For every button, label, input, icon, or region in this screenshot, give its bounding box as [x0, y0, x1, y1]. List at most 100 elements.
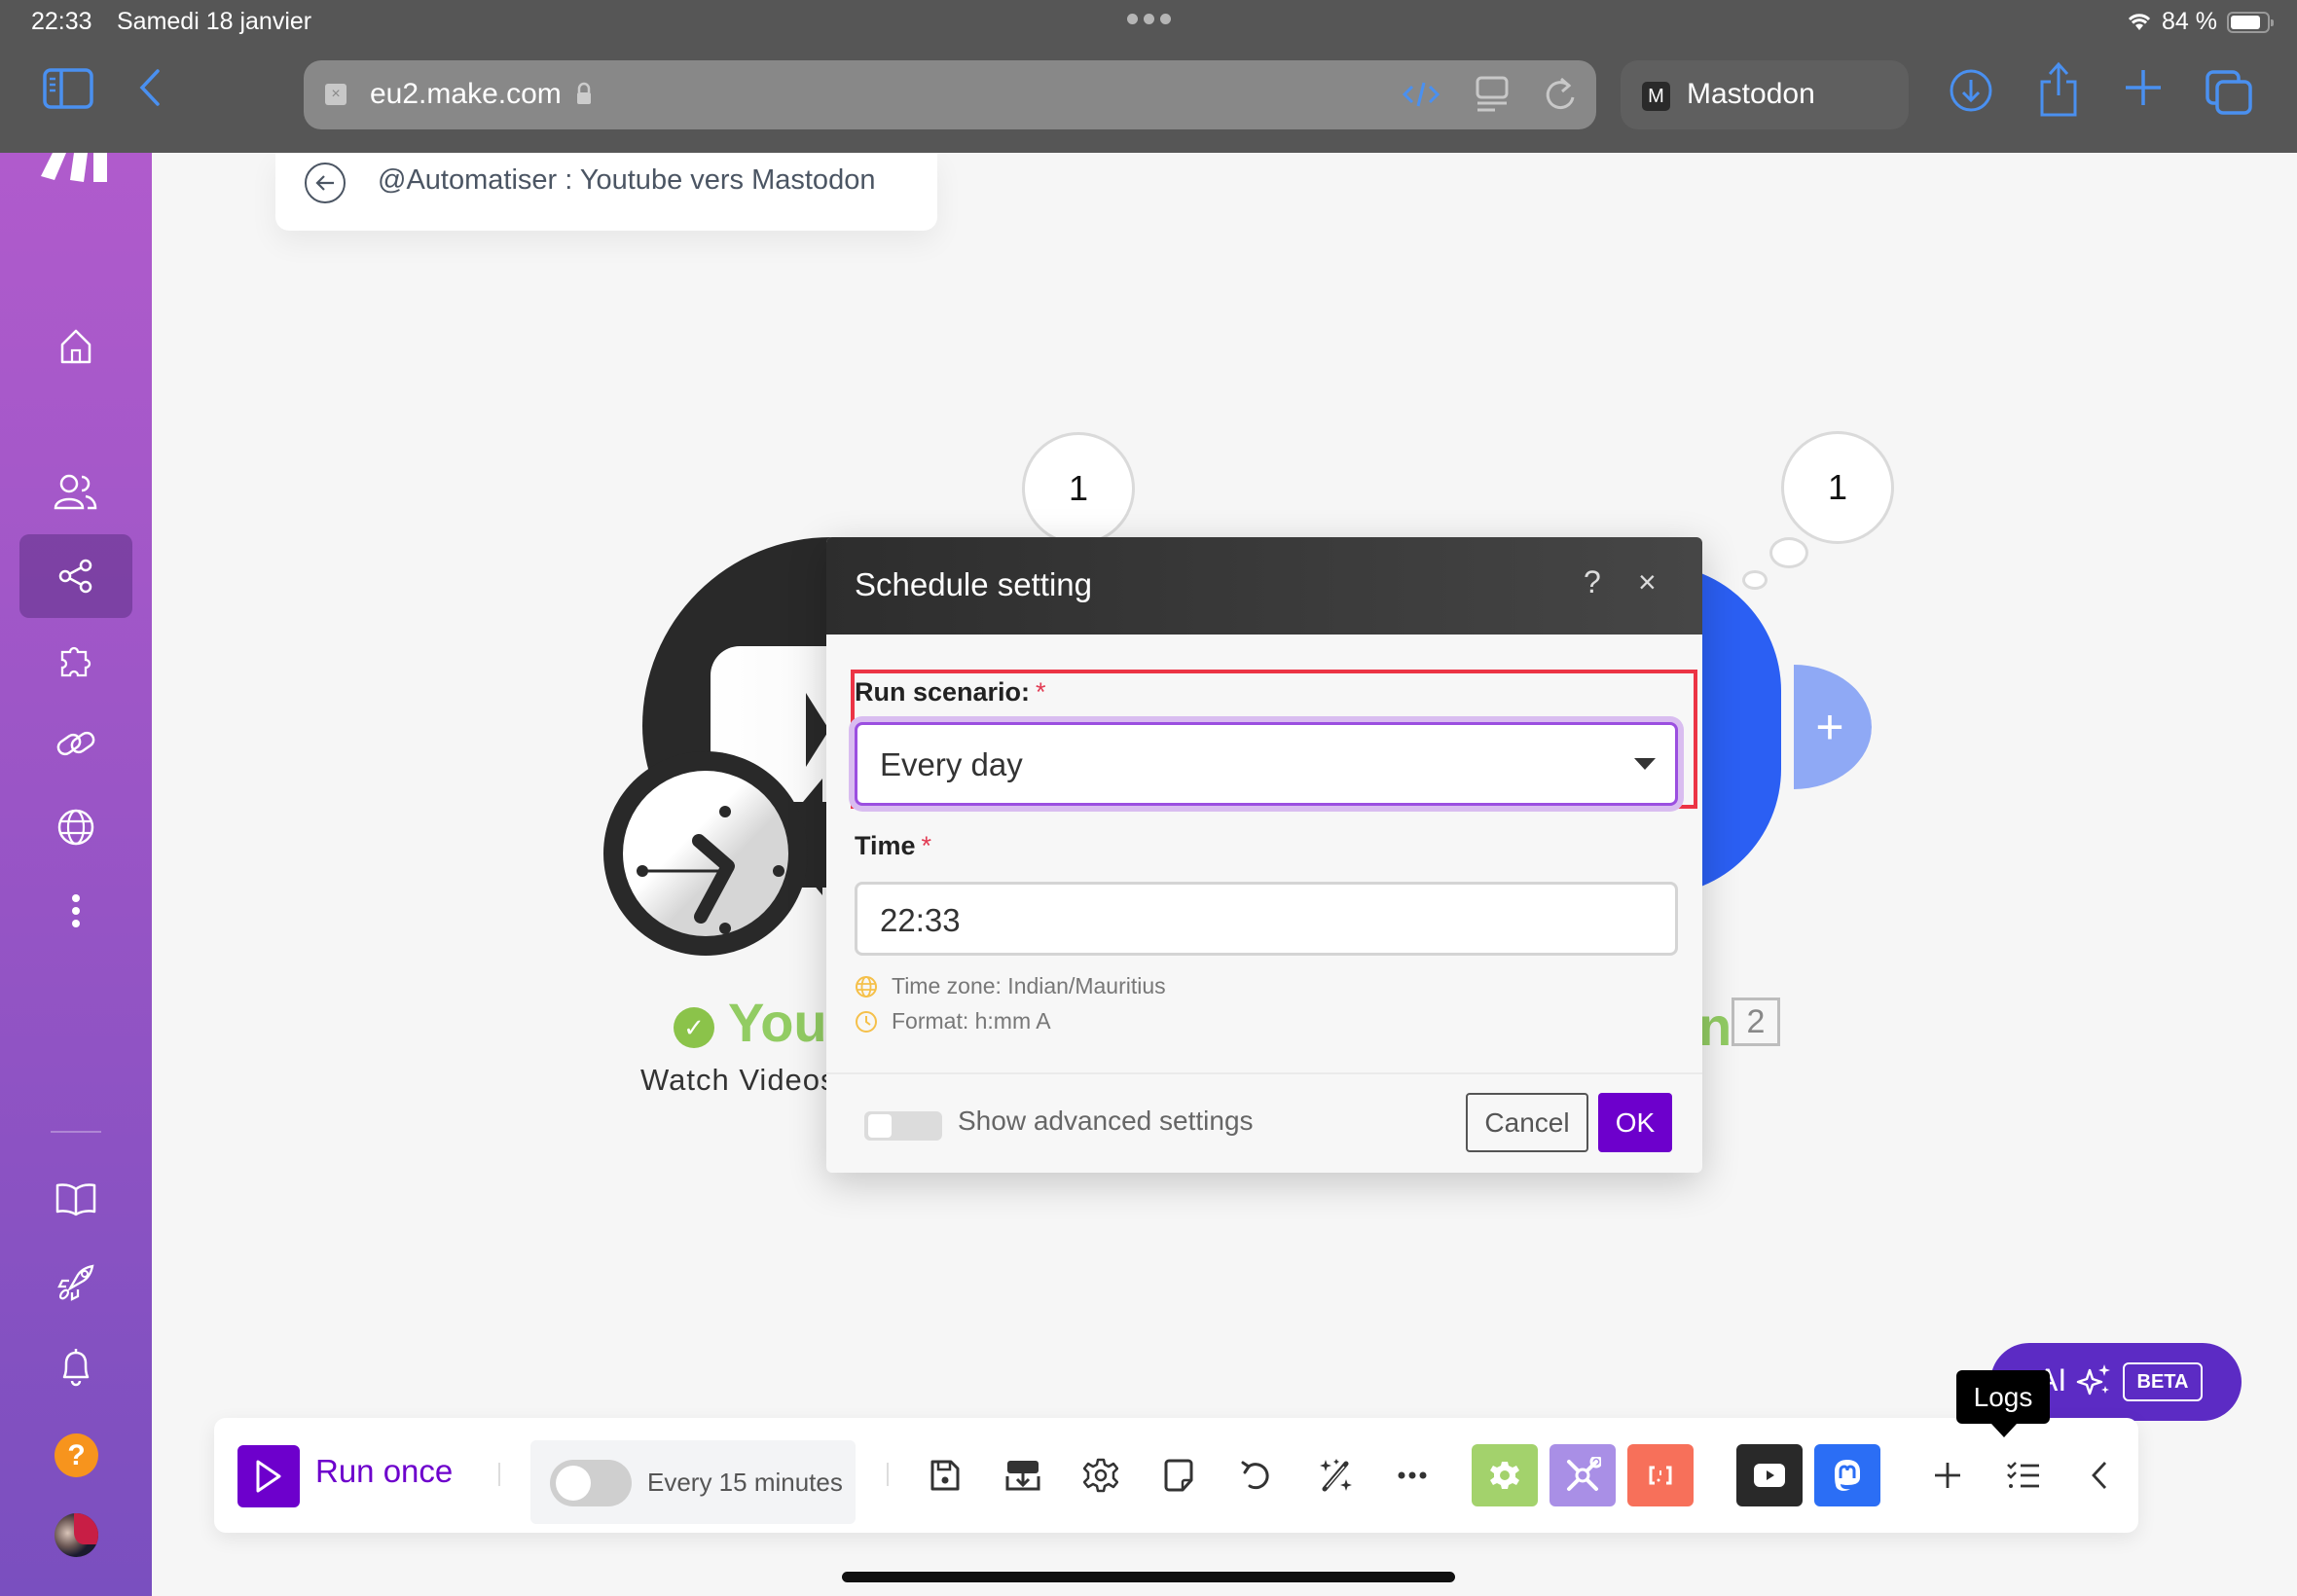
sidebar-item-whats-new[interactable] — [19, 1241, 132, 1324]
puzzle-icon — [60, 646, 91, 677]
advanced-settings-toggle[interactable] — [864, 1111, 942, 1141]
youtube-operations-bubble[interactable]: 1 — [1022, 432, 1135, 545]
battery-percent: 84 % — [2162, 8, 2217, 35]
sidebar-item-webhooks[interactable] — [19, 785, 132, 869]
sparkles-icon — [2076, 1364, 2110, 1396]
chevron-down-icon — [1634, 758, 1656, 770]
flow-control-app-button[interactable] — [1550, 1444, 1616, 1506]
scenario-header: @Automatiser : Youtube vers Mastodon — [275, 153, 937, 231]
reload-icon[interactable] — [1544, 76, 1577, 113]
tabs-overview-icon[interactable] — [2206, 70, 2252, 115]
close-tab-icon[interactable]: × — [325, 84, 346, 105]
text-parser-app-button[interactable] — [1627, 1444, 1694, 1506]
download-icon[interactable] — [1949, 68, 1993, 113]
sidebar-item-connections[interactable] — [19, 702, 132, 785]
status-right: 84 % — [2127, 8, 2274, 36]
url-text[interactable]: eu2.make.com — [370, 78, 562, 111]
code-icon[interactable] — [1402, 79, 1440, 110]
ok-button[interactable]: OK — [1598, 1093, 1672, 1152]
run-once-label[interactable]: Run once — [315, 1453, 453, 1490]
settings-icon[interactable] — [1080, 1455, 1121, 1496]
mastodon-operations-bubble[interactable]: 1 — [1781, 431, 1894, 544]
more-icon[interactable] — [1392, 1455, 1433, 1496]
youtube-app-button[interactable] — [1736, 1444, 1803, 1506]
run-once-button[interactable] — [237, 1445, 300, 1507]
save-icon[interactable] — [925, 1455, 966, 1496]
make-logo[interactable] — [37, 153, 115, 186]
share-icon[interactable] — [2038, 60, 2079, 119]
bell-icon — [62, 1349, 90, 1387]
home-indicator[interactable] — [842, 1572, 1455, 1582]
scenario-toolbar: Run once Every 15 minutes — [214, 1418, 2138, 1533]
link-icon — [56, 731, 95, 756]
schedule-clock-button[interactable] — [603, 751, 808, 956]
mastodon-app-button[interactable] — [1814, 1444, 1880, 1506]
address-bar[interactable]: × eu2.make.com — [304, 60, 1596, 129]
help-button[interactable]: ? — [55, 1433, 98, 1477]
run-scenario-select[interactable]: Every day — [855, 722, 1678, 806]
sidebar-item-scenarios[interactable] — [19, 534, 132, 618]
close-icon[interactable]: × — [1638, 564, 1657, 600]
auto-align-icon[interactable] — [1314, 1455, 1355, 1496]
browser-chrome: 22:33 Samedi 18 janvier 84 % × eu2.make.… — [0, 0, 2297, 153]
logs-icon[interactable] — [2003, 1455, 2044, 1496]
tab-mastodon[interactable]: M Mastodon — [1621, 60, 1909, 129]
collapse-chevron-icon[interactable] — [2079, 1455, 2120, 1496]
status-date: Samedi 18 janvier — [117, 8, 312, 35]
mastodon-icon — [1835, 1460, 1860, 1491]
sidebar-item-more[interactable] — [19, 869, 132, 953]
help-icon[interactable]: ? — [1584, 564, 1601, 600]
users-icon — [54, 474, 97, 510]
schedule-setting-dialog: Schedule setting ? × Run scenario: * Ever… — [826, 537, 1702, 1173]
back-icon[interactable] — [138, 68, 162, 107]
rocket-icon — [57, 1264, 94, 1301]
clock-icon — [623, 771, 788, 936]
play-icon — [256, 1460, 281, 1493]
add-module-button[interactable]: + — [1794, 665, 1872, 789]
module-number-badge: 2 — [1732, 998, 1780, 1046]
time-label: Time * — [855, 831, 932, 860]
user-avatar[interactable] — [55, 1513, 98, 1557]
tab-title: Mastodon — [1687, 78, 1815, 110]
multitasking-dots[interactable] — [1127, 14, 1171, 24]
dialog-title: Schedule setting — [855, 566, 1093, 602]
new-tab-icon[interactable] — [2124, 68, 2163, 107]
cancel-button[interactable]: Cancel — [1466, 1093, 1588, 1152]
sidebar-toggle-icon[interactable] — [43, 68, 93, 109]
sidebar-divider — [51, 1131, 101, 1133]
sidebar-item-team[interactable] — [19, 451, 132, 534]
scheduling-toggle[interactable] — [550, 1460, 632, 1506]
globe-icon — [856, 975, 877, 998]
advanced-settings-label[interactable]: Show advanced settings — [958, 1106, 1254, 1137]
sidebar-item-notifications[interactable] — [19, 1324, 132, 1408]
beta-badge: BETA — [2123, 1362, 2203, 1401]
sidebar-item-home[interactable] — [19, 305, 132, 388]
youtube-icon — [1754, 1464, 1785, 1487]
bubble-tail-small — [1742, 570, 1768, 590]
book-icon — [55, 1183, 96, 1216]
undo-icon[interactable] — [1236, 1455, 1277, 1496]
sidebar-item-docs[interactable] — [19, 1157, 132, 1241]
back-arrow-icon[interactable] — [305, 163, 346, 203]
time-input[interactable]: 22:33 — [855, 882, 1678, 956]
battery-icon — [2227, 11, 2274, 33]
schedule-control[interactable]: Every 15 minutes — [530, 1440, 856, 1524]
toolbar-separator — [498, 1463, 500, 1486]
reader-icon[interactable] — [1476, 76, 1509, 113]
mastodon-module-name: n — [1698, 996, 1732, 1057]
required-mark: * — [1036, 677, 1046, 707]
notes-icon[interactable] — [1158, 1455, 1199, 1496]
lock-icon — [577, 82, 591, 104]
dialog-header: Schedule setting ? × — [826, 537, 1702, 635]
sidebar-item-apps[interactable] — [19, 618, 132, 702]
tools-app-button[interactable] — [1472, 1444, 1538, 1506]
scenario-title[interactable]: @Automatiser : Youtube vers Mastodon — [378, 164, 875, 197]
add-icon[interactable] — [1927, 1455, 1968, 1496]
bubble-tail-large — [1769, 537, 1808, 568]
format-hint: Format: h:mm A — [855, 1008, 1051, 1034]
schedule-label[interactable]: Every 15 minutes — [647, 1468, 843, 1498]
wifi-icon — [2128, 13, 2151, 30]
import-blueprint-icon[interactable] — [1003, 1455, 1043, 1496]
globe-icon — [57, 809, 94, 846]
share-nodes-icon — [58, 559, 92, 594]
